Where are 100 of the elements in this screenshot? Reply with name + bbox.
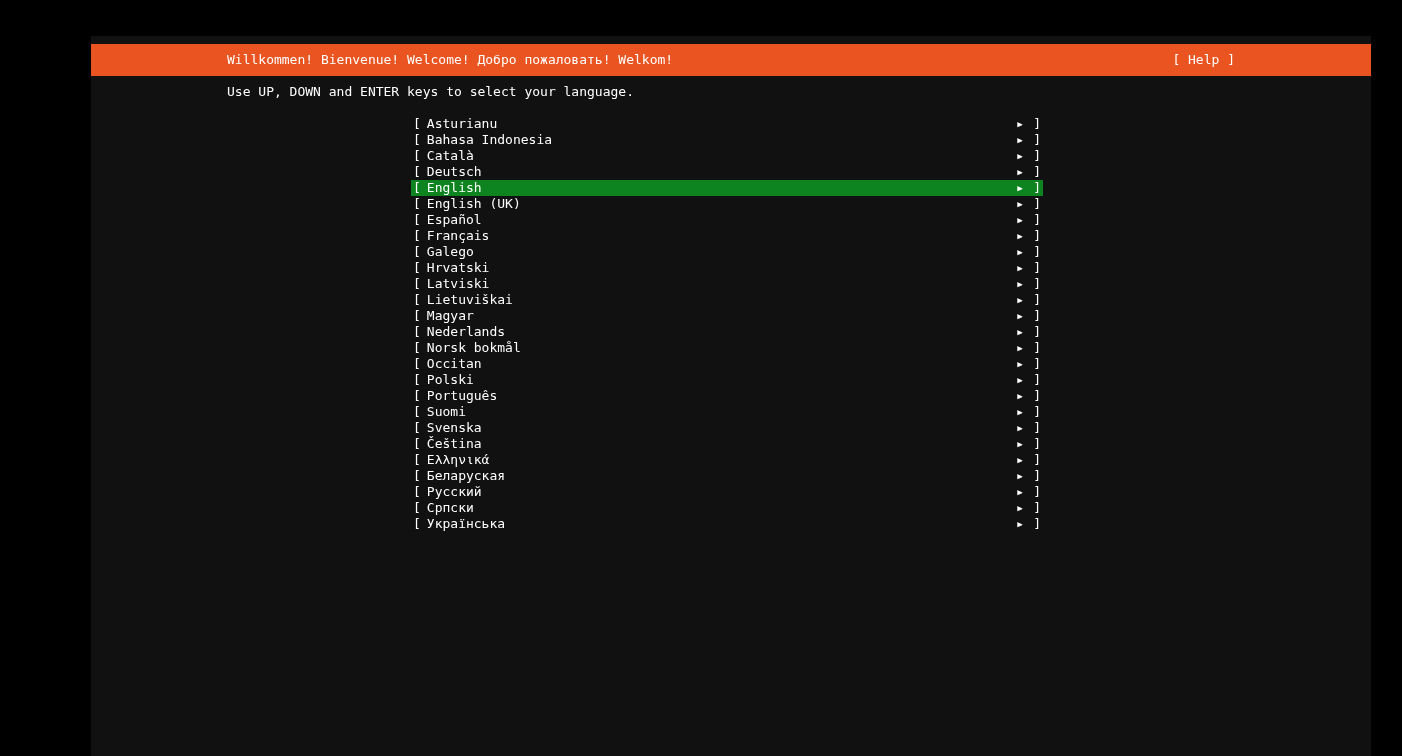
- open-bracket: [: [413, 436, 421, 452]
- language-option[interactable]: [ Suomi ▶ ]: [411, 404, 1043, 420]
- open-bracket: [: [413, 292, 421, 308]
- arrow-icon: ▶: [1017, 516, 1028, 532]
- close-bracket: ]: [1033, 196, 1041, 212]
- language-label: Nederlands: [426, 324, 507, 340]
- open-bracket: [: [413, 452, 421, 468]
- language-option[interactable]: [ Deutsch ▶ ]: [411, 164, 1043, 180]
- arrow-icon: ▶: [1017, 164, 1028, 180]
- language-option[interactable]: [ Lietuviškai ▶ ]: [411, 292, 1043, 308]
- language-option[interactable]: [ Français ▶ ]: [411, 228, 1043, 244]
- close-bracket: ]: [1033, 228, 1041, 244]
- open-bracket: [: [413, 340, 421, 356]
- close-bracket: ]: [1033, 308, 1041, 324]
- arrow-icon: ▶: [1017, 260, 1028, 276]
- arrow-icon: ▶: [1017, 276, 1028, 292]
- language-option[interactable]: [ Hrvatski ▶ ]: [411, 260, 1043, 276]
- arrow-icon: ▶: [1017, 324, 1028, 340]
- language-label: Occitan: [426, 356, 483, 372]
- language-label: Українська: [426, 516, 507, 532]
- language-label: English (UK): [426, 196, 522, 212]
- close-bracket: ]: [1033, 356, 1041, 372]
- language-label: Français: [426, 228, 491, 244]
- open-bracket: [: [413, 116, 421, 132]
- arrow-icon: ▶: [1017, 212, 1028, 228]
- arrow-icon: ▶: [1017, 420, 1028, 436]
- close-bracket: ]: [1033, 516, 1041, 532]
- open-bracket: [: [413, 228, 421, 244]
- open-bracket: [: [413, 404, 421, 420]
- language-label: Русский: [426, 484, 483, 500]
- close-bracket: ]: [1033, 260, 1041, 276]
- language-option[interactable]: [ Русский ▶ ]: [411, 484, 1043, 500]
- close-bracket: ]: [1033, 132, 1041, 148]
- language-label: Asturianu: [426, 116, 499, 132]
- language-option[interactable]: [ Svenska ▶ ]: [411, 420, 1043, 436]
- close-bracket: ]: [1033, 420, 1041, 436]
- language-label: Magyar: [426, 308, 475, 324]
- language-option[interactable]: [ Galego ▶ ]: [411, 244, 1043, 260]
- open-bracket: [: [413, 516, 421, 532]
- language-option[interactable]: [ Latviski ▶ ]: [411, 276, 1043, 292]
- arrow-icon: ▶: [1017, 148, 1028, 164]
- close-bracket: ]: [1033, 116, 1041, 132]
- arrow-icon: ▶: [1017, 500, 1028, 516]
- language-label: English: [426, 180, 483, 196]
- language-label: Hrvatski: [426, 260, 491, 276]
- language-option[interactable]: [ Català ▶ ]: [411, 148, 1043, 164]
- language-option[interactable]: [ Čeština ▶ ]: [411, 436, 1043, 452]
- arrow-icon: ▶: [1017, 356, 1028, 372]
- language-option[interactable]: [ Magyar ▶ ]: [411, 308, 1043, 324]
- language-option[interactable]: [ Português ▶ ]: [411, 388, 1043, 404]
- open-bracket: [: [413, 196, 421, 212]
- language-option[interactable]: [ English (UK) ▶ ]: [411, 196, 1043, 212]
- language-label: Português: [426, 388, 499, 404]
- language-option[interactable]: [ Ελληνικά ▶ ]: [411, 452, 1043, 468]
- open-bracket: [: [413, 260, 421, 276]
- close-bracket: ]: [1033, 404, 1041, 420]
- arrow-icon: ▶: [1017, 452, 1028, 468]
- open-bracket: [: [413, 484, 421, 500]
- language-label: Беларуская: [426, 468, 507, 484]
- arrow-icon: ▶: [1017, 132, 1028, 148]
- arrow-icon: ▶: [1017, 372, 1028, 388]
- help-button[interactable]: [ Help ]: [1172, 50, 1235, 70]
- language-option[interactable]: [ Asturianu ▶ ]: [411, 116, 1043, 132]
- language-label: Ελληνικά: [426, 452, 491, 468]
- language-option[interactable]: [ Bahasa Indonesia ▶ ]: [411, 132, 1043, 148]
- open-bracket: [: [413, 308, 421, 324]
- close-bracket: ]: [1033, 276, 1041, 292]
- language-label: Norsk bokmål: [426, 340, 522, 356]
- arrow-icon: ▶: [1017, 404, 1028, 420]
- arrow-icon: ▶: [1017, 244, 1028, 260]
- open-bracket: [: [413, 388, 421, 404]
- language-option[interactable]: [ Español ▶ ]: [411, 212, 1043, 228]
- close-bracket: ]: [1033, 452, 1041, 468]
- arrow-icon: ▶: [1017, 292, 1028, 308]
- language-option[interactable]: [ Беларуская ▶ ]: [411, 468, 1043, 484]
- language-label: Lietuviškai: [426, 292, 514, 308]
- open-bracket: [: [413, 164, 421, 180]
- language-option[interactable]: [ English ▶ ]: [411, 180, 1043, 196]
- language-option[interactable]: [ Norsk bokmål ▶ ]: [411, 340, 1043, 356]
- close-bracket: ]: [1033, 436, 1041, 452]
- close-bracket: ]: [1033, 148, 1041, 164]
- close-bracket: ]: [1033, 212, 1041, 228]
- arrow-icon: ▶: [1017, 116, 1028, 132]
- open-bracket: [: [413, 212, 421, 228]
- language-option[interactable]: [ Nederlands ▶ ]: [411, 324, 1043, 340]
- arrow-icon: ▶: [1017, 228, 1028, 244]
- language-option[interactable]: [ Српски ▶ ]: [411, 500, 1043, 516]
- arrow-icon: ▶: [1017, 468, 1028, 484]
- close-bracket: ]: [1033, 372, 1041, 388]
- close-bracket: ]: [1033, 292, 1041, 308]
- welcome-title: Willkommen! Bienvenue! Welcome! Добро пожаловать! Welkom!: [227, 51, 674, 70]
- language-option[interactable]: [ Polski ▶ ]: [411, 372, 1043, 388]
- language-label: Català: [426, 148, 475, 164]
- arrow-icon: ▶: [1017, 180, 1028, 196]
- language-option[interactable]: [ Occitan ▶ ]: [411, 356, 1043, 372]
- language-option[interactable]: [ Українська ▶ ]: [411, 516, 1043, 532]
- arrow-icon: ▶: [1017, 388, 1028, 404]
- close-bracket: ]: [1033, 164, 1041, 180]
- close-bracket: ]: [1033, 324, 1041, 340]
- close-bracket: ]: [1033, 388, 1041, 404]
